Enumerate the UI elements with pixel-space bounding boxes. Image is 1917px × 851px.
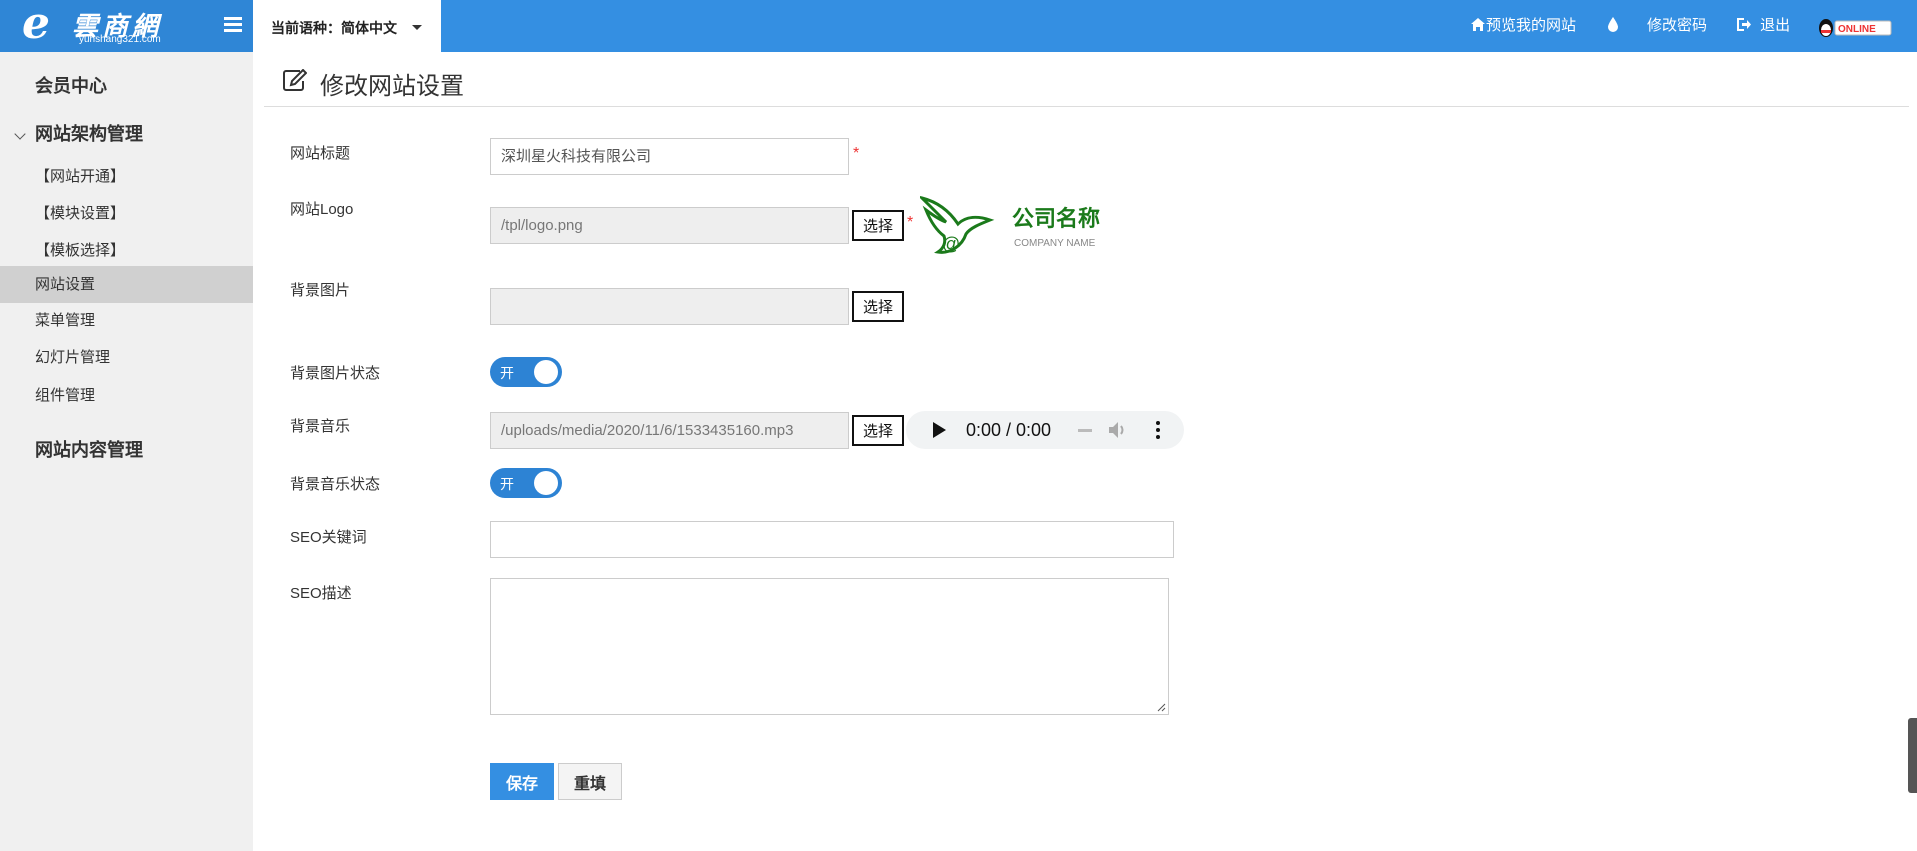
toggle-on-label: 开 xyxy=(500,365,514,381)
sidebar-item-widget-manage[interactable]: 组件管理 xyxy=(0,381,253,411)
logo-preview-image: @ 公司名称 COMPANY NAME xyxy=(917,194,1100,260)
logo-e-mark: e xyxy=(22,0,50,49)
sidebar-item-template-select[interactable]: 【模板选择】 xyxy=(0,236,253,266)
logo-preview-name: 公司名称 xyxy=(1012,206,1100,232)
sidebar-item-label: 【模板选择】 xyxy=(35,242,126,259)
chevron-down-icon xyxy=(14,128,26,140)
preview-site-label: 预览我的网站 xyxy=(1486,17,1577,34)
water-drop-icon[interactable] xyxy=(1608,0,1618,52)
select-bg-image-button[interactable]: 选择 xyxy=(852,291,904,322)
logout-label: 退出 xyxy=(1760,17,1791,34)
sidebar-item-label: 菜单管理 xyxy=(35,312,96,329)
bg-image-label: 背景图片 xyxy=(290,282,351,299)
page-title: 修改网站设置 xyxy=(320,73,464,100)
audio-time: 0:00 / 0:00 xyxy=(966,420,1052,440)
site-logo-label: 网站Logo xyxy=(290,201,354,218)
bg-image-status-toggle[interactable]: 开 xyxy=(490,357,562,387)
save-button[interactable]: 保存 xyxy=(490,763,554,800)
bg-music-status-toggle[interactable]: 开 xyxy=(490,468,562,498)
sidebar-site-content-label: 网站内容管理 xyxy=(35,440,143,460)
seo-description-label: SEO描述 xyxy=(290,585,352,602)
toggle-knob xyxy=(534,360,558,384)
svg-text:@: @ xyxy=(942,234,960,254)
sidebar-site-structure-label: 网站架构管理 xyxy=(35,124,143,144)
bg-image-status-label: 背景图片状态 xyxy=(290,365,381,382)
sidebar-item-slideshow-manage[interactable]: 幻灯片管理 xyxy=(0,343,253,373)
sidebar-item-label: 组件管理 xyxy=(35,387,96,404)
reset-button[interactable]: 重填 xyxy=(558,763,622,800)
bg-music-status-label: 背景音乐状态 xyxy=(290,476,381,493)
title-divider xyxy=(264,106,1909,107)
change-password-label: 修改密码 xyxy=(1647,17,1708,34)
required-mark: * xyxy=(853,145,860,162)
online-badge-text: ONLINE xyxy=(1838,24,1876,35)
audio-player[interactable]: 0:00 / 0:00 xyxy=(906,411,1184,449)
toggle-knob xyxy=(534,471,558,495)
logout-icon xyxy=(1737,18,1751,31)
hamburger-menu-icon[interactable] xyxy=(224,17,242,33)
volume-icon[interactable] xyxy=(1108,421,1128,439)
bg-image-input[interactable] xyxy=(490,288,849,325)
side-edge-tab[interactable] xyxy=(1908,718,1917,793)
required-mark: * xyxy=(907,214,914,231)
home-icon xyxy=(1471,18,1485,31)
sidebar-item-menu-manage[interactable]: 菜单管理 xyxy=(0,306,253,336)
caret-down-icon xyxy=(412,25,422,30)
change-password-link[interactable]: 修改密码 xyxy=(1647,0,1707,52)
site-title-label: 网站标题 xyxy=(290,145,351,162)
bg-music-input[interactable]: /uploads/media/2020/11/6/1533435160.mp3 xyxy=(490,412,849,449)
sidebar-item-label: 【网站开通】 xyxy=(35,168,126,185)
site-logo-input[interactable]: /tpl/logo.png xyxy=(490,207,849,244)
seo-keywords-input[interactable] xyxy=(490,521,1174,558)
site-title-input[interactable]: 深圳星火科技有限公司 xyxy=(490,138,849,175)
top-bar: e 雲商網 yunshang321.com 当前语种：简体中文 预览我的网站 修… xyxy=(0,0,1917,52)
site-logo[interactable]: e 雲商網 yunshang321.com xyxy=(0,0,253,52)
resize-grip-icon[interactable] xyxy=(1157,703,1166,712)
qq-online-badge[interactable]: ONLINE xyxy=(1817,18,1893,38)
audio-progress-bar[interactable] xyxy=(1078,429,1092,432)
bg-music-label: 背景音乐 xyxy=(290,418,351,435)
select-logo-button[interactable]: 选择 xyxy=(852,210,904,241)
edit-icon xyxy=(283,69,307,91)
seo-description-textarea[interactable] xyxy=(490,578,1169,715)
logo-preview-sub: COMPANY NAME xyxy=(1014,238,1096,249)
logo-subtext: yunshang321.com xyxy=(79,34,161,45)
sidebar-member-center-label: 会员中心 xyxy=(35,76,107,96)
sidebar-site-content[interactable]: 网站内容管理 xyxy=(0,436,253,466)
sidebar-item-label: 幻灯片管理 xyxy=(35,349,111,366)
logout-link[interactable]: 退出 xyxy=(1736,0,1790,52)
sidebar-item-site-settings[interactable]: 网站设置 xyxy=(0,266,253,303)
sidebar-member-center[interactable]: 会员中心 xyxy=(0,72,253,102)
sidebar-site-structure[interactable]: 网站架构管理 xyxy=(0,120,253,150)
language-label: 当前语种：简体中文 xyxy=(271,20,397,36)
preview-site-link[interactable]: 预览我的网站 xyxy=(1470,0,1576,52)
select-bg-music-button[interactable]: 选择 xyxy=(852,415,904,446)
more-options-icon[interactable] xyxy=(1156,421,1160,439)
language-selector[interactable]: 当前语种：简体中文 xyxy=(253,0,441,52)
sidebar-item-label: 网站设置 xyxy=(35,276,96,293)
play-icon[interactable] xyxy=(932,422,946,438)
sidebar-item-label: 【模块设置】 xyxy=(35,205,126,222)
sidebar-item-site-open[interactable]: 【网站开通】 xyxy=(0,162,253,192)
sidebar-item-module-settings[interactable]: 【模块设置】 xyxy=(0,199,253,229)
seo-keywords-label: SEO关键词 xyxy=(290,529,367,546)
sidebar: 会员中心 网站架构管理 【网站开通】 【模块设置】 【模板选择】 网站设置 菜单… xyxy=(0,52,253,851)
toggle-on-label: 开 xyxy=(500,476,514,492)
